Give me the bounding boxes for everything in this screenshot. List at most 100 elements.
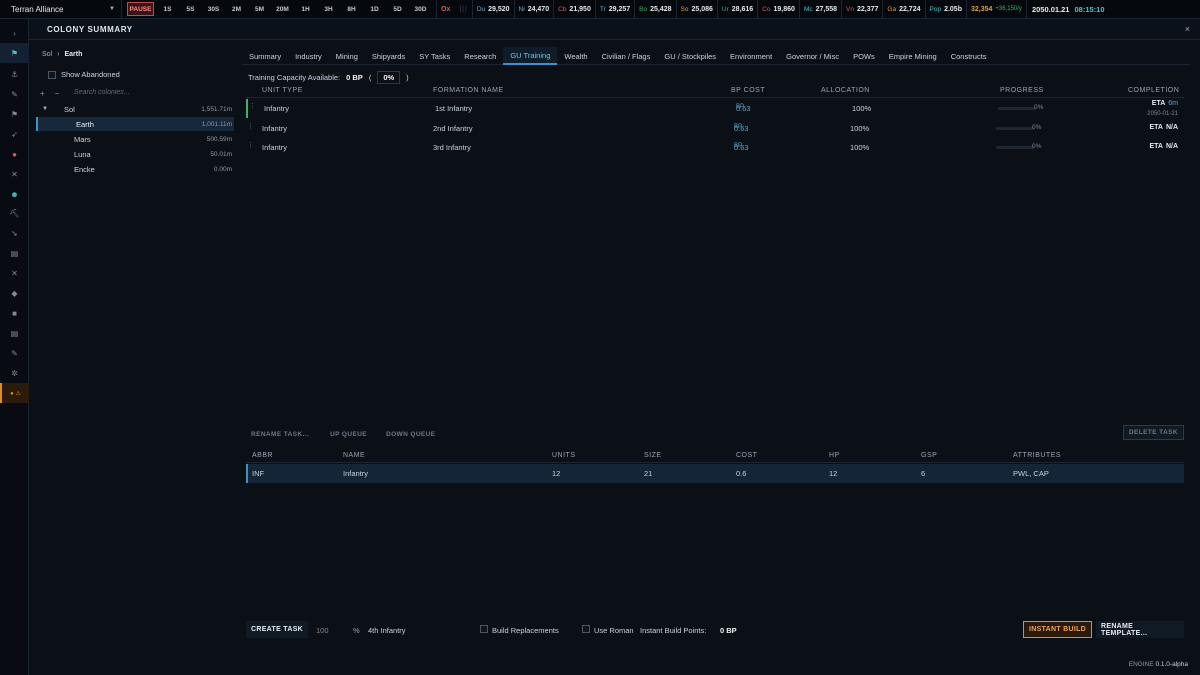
tab-pows[interactable]: POWs bbox=[846, 47, 882, 65]
build-replacements-checkbox[interactable] bbox=[480, 625, 488, 633]
remove-icon[interactable]: − bbox=[55, 89, 60, 98]
col-hp[interactable]: HP bbox=[829, 452, 840, 459]
col-name[interactable]: NAME bbox=[343, 452, 365, 459]
speed-button-1s[interactable]: 1S bbox=[156, 2, 179, 16]
col-unit-type[interactable]: UNIT TYPE bbox=[262, 87, 303, 94]
create-task-button[interactable]: CREATE TASK bbox=[246, 621, 309, 638]
use-roman-checkbox[interactable] bbox=[582, 625, 590, 633]
speed-button-5s[interactable]: 5S bbox=[179, 2, 202, 16]
cross-icon[interactable]: ✕ bbox=[0, 263, 29, 283]
eta-value: 6m bbox=[1168, 100, 1178, 107]
rename-template-button[interactable]: RENAME TEMPLATE... bbox=[1096, 621, 1184, 638]
down-queue-button[interactable]: DOWN QUEUE bbox=[386, 431, 436, 438]
tab-sy-tasks[interactable]: SY Tasks bbox=[412, 47, 457, 65]
speed-button-2m[interactable]: 2M bbox=[225, 2, 248, 16]
col-formation-name[interactable]: FORMATION NAME bbox=[433, 87, 504, 94]
speed-button-5m[interactable]: 5M bbox=[248, 2, 271, 16]
rename-task-button[interactable]: RENAME TASK... bbox=[251, 431, 309, 438]
col-abbr[interactable]: ABBR bbox=[252, 452, 273, 459]
anchor-icon[interactable]: ⚓ bbox=[0, 64, 29, 84]
tree-system-sol[interactable]: ▼ Sol 1,551.71m bbox=[36, 102, 234, 116]
clipboard-icon[interactable]: ▤ bbox=[0, 243, 29, 263]
speed-button-8h[interactable]: 8H bbox=[340, 2, 363, 16]
drag-handle-icon[interactable]: ⋮ bbox=[249, 102, 256, 110]
speed-button-1h[interactable]: 1H bbox=[294, 2, 317, 16]
delete-task-button[interactable]: DELETE TASK bbox=[1122, 425, 1184, 440]
speed-button-20m[interactable]: 20M bbox=[271, 2, 294, 16]
col-completion[interactable]: COMPLETION bbox=[1128, 87, 1179, 94]
show-abandoned-checkbox[interactable]: Show Abandoned bbox=[48, 70, 120, 79]
tree-item-earth[interactable]: Earth 1,001.11m bbox=[36, 117, 234, 131]
up-queue-button[interactable]: UP QUEUE bbox=[330, 431, 367, 438]
bars-icon: ||| bbox=[459, 5, 468, 13]
telescope-icon[interactable]: ➘ bbox=[0, 223, 29, 243]
tree-item-luna[interactable]: Luna 50.01m bbox=[36, 147, 234, 161]
person-icon[interactable]: ☻ bbox=[0, 184, 29, 204]
tab-industry[interactable]: Industry bbox=[288, 47, 329, 65]
tpl-cost: 0.6 bbox=[736, 469, 747, 478]
col-cost[interactable]: COST bbox=[736, 452, 757, 459]
close-icon[interactable]: × bbox=[1185, 24, 1190, 34]
col-size[interactable]: SIZE bbox=[644, 452, 662, 459]
target-icon[interactable]: ● bbox=[0, 144, 29, 164]
tab-constructs[interactable]: Constructs bbox=[944, 47, 994, 65]
add-icon[interactable]: + bbox=[40, 89, 45, 98]
alert-icon[interactable]: ● ⚠ bbox=[0, 383, 29, 403]
tab-wealth[interactable]: Wealth bbox=[557, 47, 594, 65]
tab-summary[interactable]: Summary bbox=[242, 47, 288, 65]
tab-governor-misc[interactable]: Governor / Misc bbox=[779, 47, 846, 65]
speed-button-30d[interactable]: 30D bbox=[409, 2, 432, 16]
flag-small-icon[interactable]: ⚑ bbox=[0, 104, 29, 124]
tool-icon[interactable]: ✎ bbox=[0, 343, 29, 363]
task-row[interactable]: ⋮ Infantry 1st Infantry BP 0.63 100% 0% ETA 6m 20… bbox=[246, 99, 1184, 118]
col-progress[interactable]: PROGRESS bbox=[1000, 87, 1044, 94]
pickaxe-icon[interactable]: ⛏ bbox=[0, 203, 29, 223]
tab-mining[interactable]: Mining bbox=[329, 47, 365, 65]
instant-build-button[interactable]: INSTANT BUILD bbox=[1023, 621, 1093, 638]
tab-gu-stockpiles[interactable]: GU / Stockpiles bbox=[657, 47, 723, 65]
tab-gu-training[interactable]: GU Training bbox=[503, 47, 558, 65]
swords-icon[interactable]: ✕ bbox=[0, 164, 29, 184]
empire-select[interactable]: Terran Alliance ▼ bbox=[0, 0, 122, 19]
tree-item-mars[interactable]: Mars 500.59m bbox=[36, 132, 234, 146]
tree-item-encke[interactable]: Encke 0.00m bbox=[36, 162, 234, 176]
rocket-icon[interactable]: ➶ bbox=[0, 124, 29, 144]
col-units[interactable]: UNITS bbox=[552, 452, 576, 459]
col-gsp[interactable]: GSP bbox=[921, 452, 937, 459]
col-attributes[interactable]: ATTRIBUTES bbox=[1013, 452, 1061, 459]
search-colonies-input[interactable]: Search colonies... bbox=[74, 89, 130, 96]
tab-research[interactable]: Research bbox=[457, 47, 503, 65]
speed-button-5d[interactable]: 5D bbox=[386, 2, 409, 16]
quantity-input[interactable]: 100 bbox=[316, 626, 329, 635]
pause-button[interactable]: PAUSE bbox=[127, 2, 154, 16]
chevron-right-icon[interactable]: › bbox=[0, 23, 29, 43]
colony-pop: 500.59m bbox=[206, 135, 232, 143]
box-icon[interactable]: ■ bbox=[0, 303, 29, 323]
speed-button-3h[interactable]: 3H bbox=[317, 2, 340, 16]
tab-civilian-flags[interactable]: Civilian / Flags bbox=[595, 47, 658, 65]
speed-button-1d[interactable]: 1D bbox=[363, 2, 386, 16]
wrench-icon[interactable]: ✎ bbox=[0, 84, 29, 104]
tab-shipyards[interactable]: Shipyards bbox=[365, 47, 412, 65]
col-allocation[interactable]: ALLOCATION bbox=[821, 87, 870, 94]
tag-icon[interactable]: ◆ bbox=[0, 283, 29, 303]
expand-arrow-icon[interactable]: ▼ bbox=[42, 106, 48, 112]
tab-environment[interactable]: Environment bbox=[723, 47, 779, 65]
flag-icon[interactable]: ⚑ bbox=[0, 43, 29, 63]
checkbox-box[interactable] bbox=[48, 70, 56, 79]
speed-button-30s[interactable]: 30S bbox=[202, 2, 225, 16]
bp-value: 0.63 bbox=[736, 104, 751, 113]
formation-name-input[interactable]: 4th Infantry bbox=[368, 626, 406, 635]
list-icon[interactable]: ▤ bbox=[0, 323, 29, 343]
task-row[interactable]: ⋮ Infantry 3rd Infantry BP 0.63 100% 0% ETA N/A bbox=[246, 138, 1184, 157]
drag-handle-icon[interactable]: ⋮ bbox=[247, 141, 254, 149]
drag-handle-icon[interactable]: ⋮ bbox=[247, 122, 254, 130]
col-bp-cost[interactable]: BP COST bbox=[731, 87, 765, 94]
breadcrumb-root[interactable]: Sol bbox=[42, 51, 52, 58]
task-eta: ETA 6m bbox=[1152, 100, 1178, 107]
gear-icon[interactable]: ✲ bbox=[0, 363, 29, 383]
use-roman-label: Use Roman bbox=[594, 626, 634, 635]
template-row[interactable]: INF Infantry 12 21 0.6 12 6 PWL, CAP bbox=[246, 464, 1184, 483]
task-row[interactable]: ⋮ Infantry 2nd Infantry BP 0.63 100% 0% ETA N/A bbox=[246, 119, 1184, 138]
tab-empire-mining[interactable]: Empire Mining bbox=[882, 47, 944, 65]
